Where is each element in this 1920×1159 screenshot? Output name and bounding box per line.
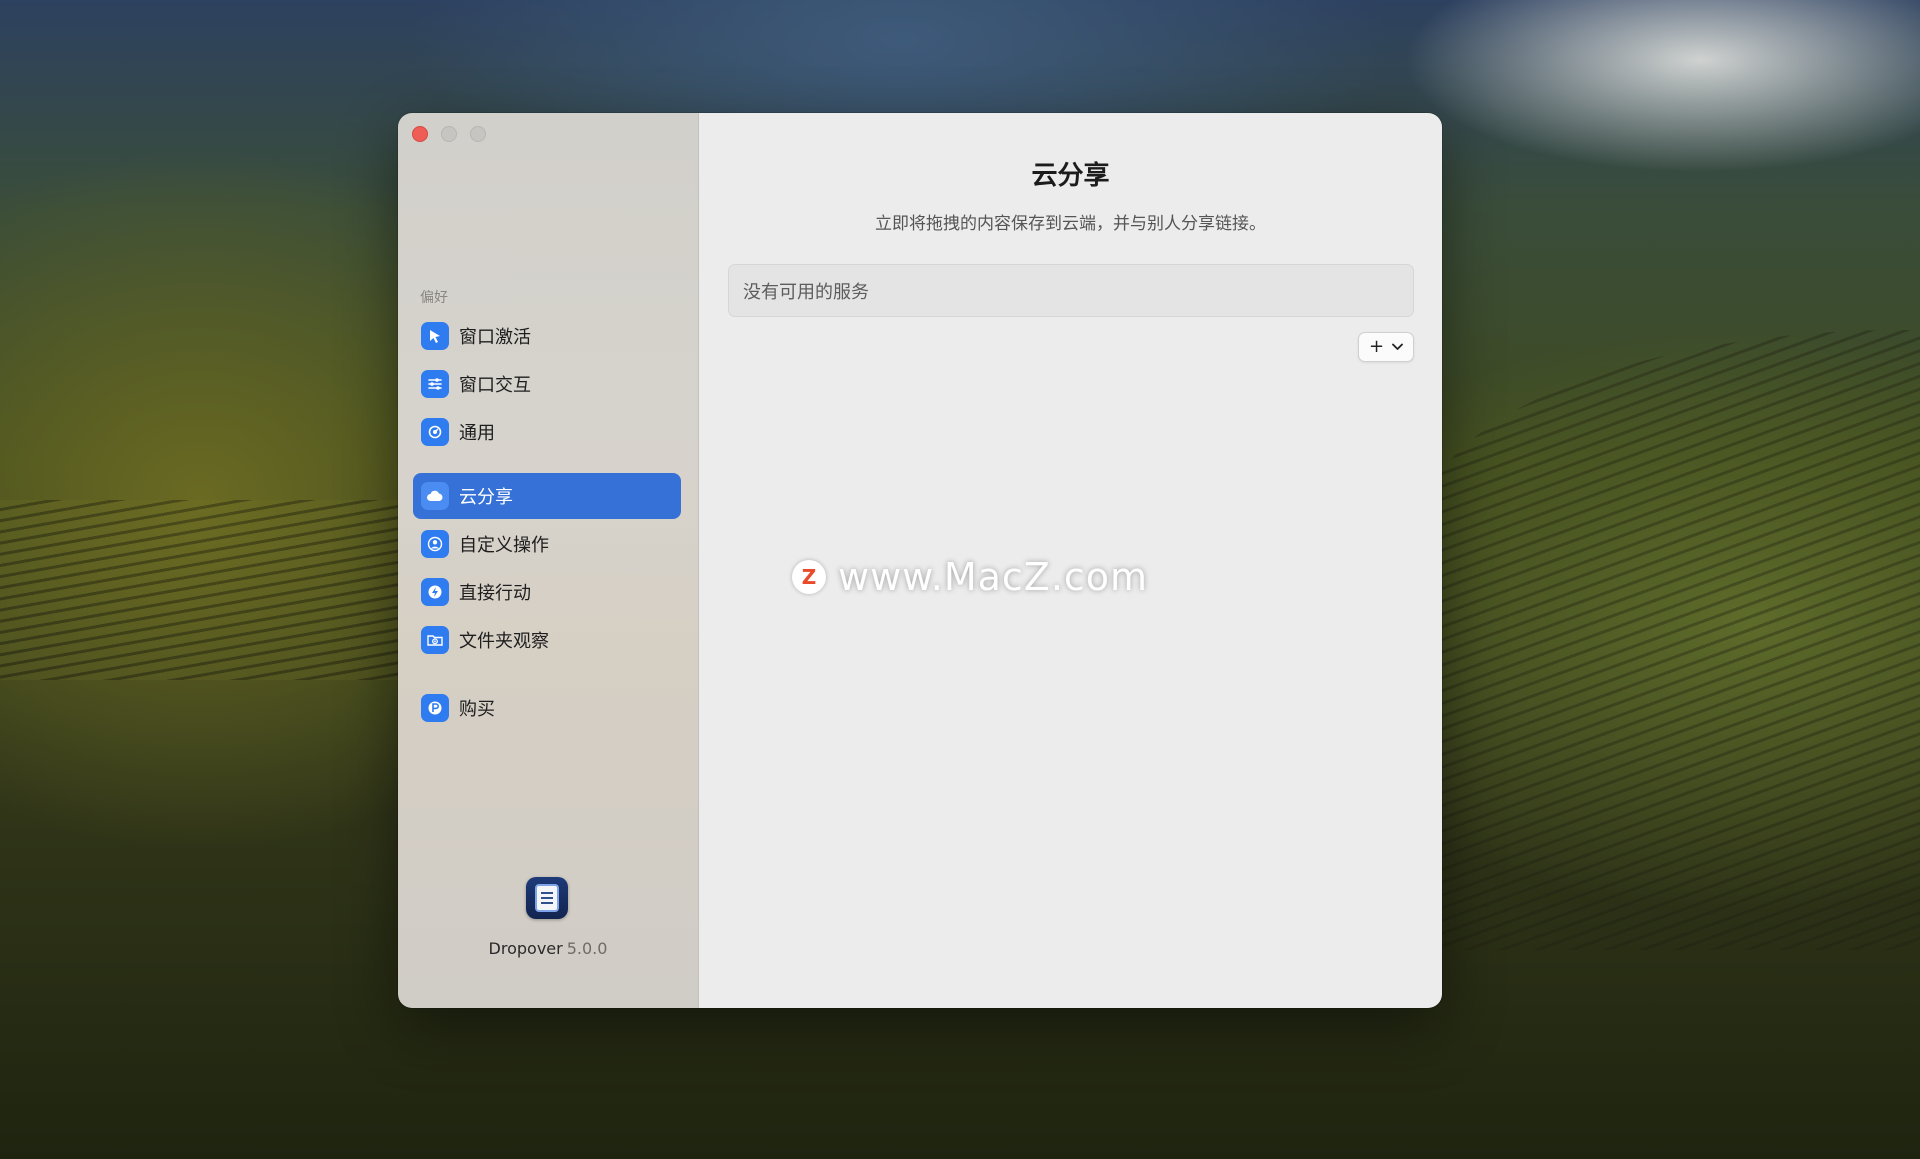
section-label: 偏好	[420, 290, 448, 306]
nav-group-purchase: 购买	[413, 685, 681, 733]
sidebar-item-label: 云分享	[459, 487, 513, 508]
sidebar-item-window-activation[interactable]: 窗口激活	[413, 313, 681, 359]
app-icon	[526, 877, 568, 919]
sidebar-item-purchase[interactable]: 购买	[413, 685, 681, 731]
folder-eye-icon	[421, 626, 449, 654]
app-name: Dropover	[488, 939, 563, 958]
sidebar-item-label: 直接行动	[459, 583, 531, 604]
maximize-button[interactable]	[470, 126, 486, 142]
cursor-icon	[421, 322, 449, 350]
gear-icon	[421, 418, 449, 446]
person-icon	[421, 530, 449, 558]
wallpaper-terraces-right	[1420, 330, 1920, 950]
wallpaper-terraces-left	[0, 500, 400, 680]
plus-icon: +	[1368, 336, 1385, 357]
bolt-icon	[421, 578, 449, 606]
sidebar-item-label: 窗口激活	[459, 327, 531, 348]
services-list: 没有可用的服务	[728, 264, 1414, 317]
sliders-icon	[421, 370, 449, 398]
app-version-line: Dropover 5.0.0	[398, 939, 698, 958]
chevron-down-icon	[1392, 342, 1403, 353]
page-subtitle: 立即将拖拽的内容保存到云端，并与别人分享链接。	[875, 214, 1266, 234]
sidebar-item-label: 窗口交互	[459, 375, 531, 396]
minimize-button[interactable]	[441, 126, 457, 142]
document-icon	[535, 884, 559, 912]
purchase-icon	[421, 694, 449, 722]
page-title: 云分享	[1031, 161, 1110, 191]
cloud-icon	[421, 482, 449, 510]
add-service-button[interactable]: +	[1358, 332, 1414, 362]
watermark-text: www.MacZ.com	[838, 555, 1149, 599]
sidebar-item-direct-actions[interactable]: 直接行动	[413, 569, 681, 615]
sidebar-item-label: 自定义操作	[459, 535, 549, 556]
sidebar-item-folder-observation[interactable]: 文件夹观察	[413, 617, 681, 663]
close-button[interactable]	[412, 126, 428, 142]
sidebar-item-label: 购买	[459, 699, 495, 720]
sidebar-item-window-interaction[interactable]: 窗口交互	[413, 361, 681, 407]
sidebar: 偏好 窗口激活 窗口交互 通用 云分享 自定义操作 直接行动 文件夹观察 购买 …	[398, 113, 699, 1008]
watermark: Z www.MacZ.com	[792, 555, 1148, 599]
sidebar-item-label: 通用	[459, 423, 495, 444]
app-version: 5.0.0	[566, 939, 608, 958]
nav-group-preferences: 窗口激活 窗口交互 通用	[413, 313, 681, 457]
window-controls	[412, 126, 486, 142]
sidebar-item-custom-actions[interactable]: 自定义操作	[413, 521, 681, 567]
sidebar-item-label: 文件夹观察	[459, 631, 549, 652]
sidebar-item-cloud-share[interactable]: 云分享	[413, 473, 681, 519]
nav-group-features: 云分享 自定义操作 直接行动 文件夹观察	[413, 473, 681, 665]
sidebar-item-general[interactable]: 通用	[413, 409, 681, 455]
watermark-logo: Z	[792, 560, 826, 594]
empty-services-text: 没有可用的服务	[743, 281, 869, 303]
